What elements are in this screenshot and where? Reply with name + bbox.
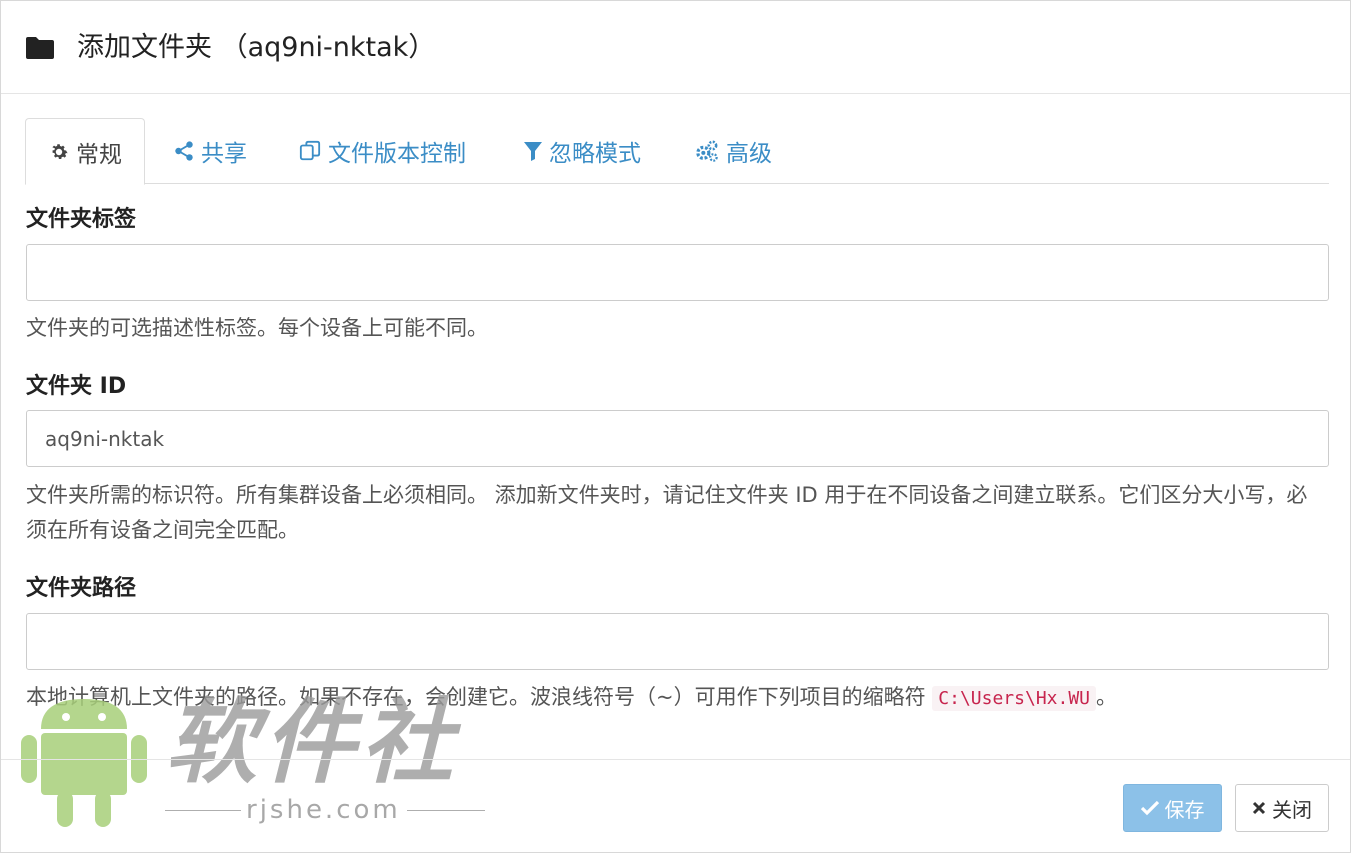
tab-ignore-patterns[interactable]: 忽略模式	[523, 118, 641, 184]
share-icon	[175, 141, 193, 161]
tab-general[interactable]: 常规	[25, 118, 145, 185]
folder-icon	[25, 35, 55, 61]
close-button-label: 关闭	[1272, 797, 1312, 822]
tab-advanced[interactable]: 高级	[694, 118, 772, 184]
tab-versioning-label: 文件版本控制	[328, 141, 466, 167]
gear-icon	[52, 143, 68, 159]
check-icon	[1140, 800, 1159, 816]
tab-general-label: 常规	[76, 141, 122, 168]
add-folder-dialog: 添加文件夹 （aq9ni-nktak） 常规 共享 文件版本控制 忽略模式 高级…	[0, 0, 1351, 853]
tab-versioning[interactable]: 文件版本控制	[298, 118, 466, 184]
filter-icon	[524, 142, 542, 161]
copy-icon	[299, 140, 321, 161]
folder-label-heading: 文件夹标签	[26, 207, 137, 232]
tab-sharing-label: 共享	[201, 141, 247, 167]
save-button-label: 保存	[1164, 797, 1205, 822]
dialog-header: 添加文件夹 （aq9ni-nktak）	[1, 1, 1350, 94]
dialog-title: 添加文件夹 （aq9ni-nktak）	[77, 32, 436, 63]
folder-label-help: 文件夹的可选描述性标签。每个设备上可能不同。	[26, 316, 488, 340]
save-button[interactable]: 保存	[1123, 784, 1222, 832]
tab-bar: 常规 共享 文件版本控制 忽略模式 高级	[25, 118, 1329, 185]
folder-id-heading: 文件夹 ID	[26, 374, 127, 399]
folder-path-heading: 文件夹路径	[26, 576, 137, 601]
close-button[interactable]: 关闭	[1235, 784, 1329, 832]
folder-id-input[interactable]	[26, 410, 1329, 467]
folder-path-help: 本地计算机上文件夹的路径。如果不存在，会创建它。波浪线符号（~）可用作下列项目的…	[26, 680, 1326, 716]
tab-sharing[interactable]: 共享	[173, 118, 247, 184]
close-icon	[1252, 801, 1266, 815]
folder-path-help-text: 本地计算机上文件夹的路径。如果不存在，会创建它。波浪线符号（~）可用作下列项目的…	[26, 685, 933, 709]
folder-path-input[interactable]	[26, 613, 1329, 670]
tab-ignore-patterns-label: 忽略模式	[549, 141, 641, 167]
folder-path-help-end: 。	[1096, 685, 1117, 709]
dialog-footer: 保存 关闭	[1, 759, 1350, 854]
cogs-icon	[696, 140, 718, 162]
tab-advanced-label: 高级	[726, 141, 772, 167]
home-path-code: C:\Users\Hx.WU	[932, 686, 1096, 711]
folder-label-input[interactable]	[26, 244, 1329, 301]
folder-id-help: 文件夹所需的标识符。所有集群设备上必须相同。 添加新文件夹时，请记住文件夹 ID…	[26, 483, 1308, 542]
